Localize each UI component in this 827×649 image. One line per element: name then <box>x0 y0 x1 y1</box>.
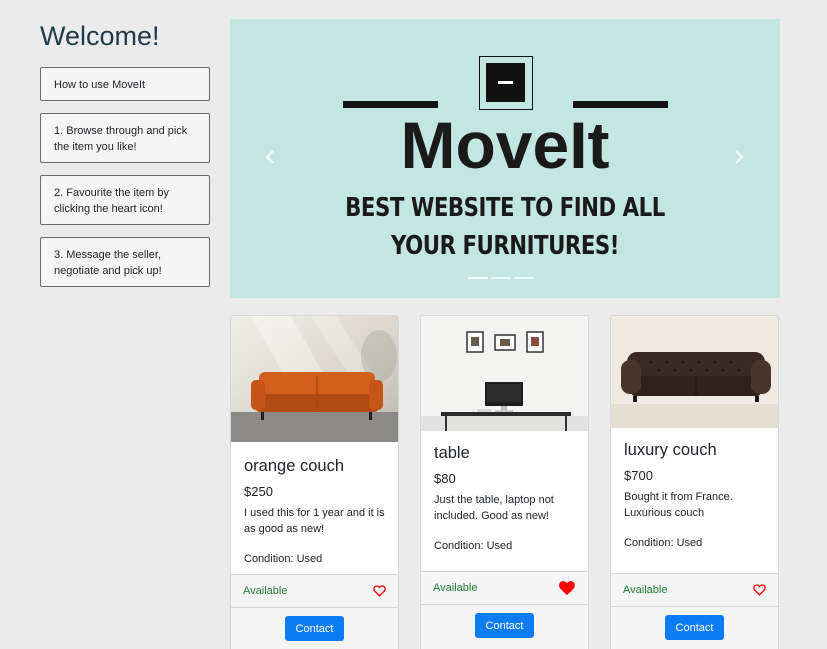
how-to-use-box: How to use MoveIt <box>40 67 210 101</box>
contact-button[interactable]: Contact <box>665 615 724 640</box>
item-title: table <box>434 444 470 462</box>
tagline: BEST WEBSITE TO FIND ALL YOUR FURNITURES… <box>280 189 731 265</box>
chevron-right-icon <box>735 150 744 164</box>
carousel-indicator[interactable] <box>514 277 534 279</box>
item-condition: Condition: Used <box>624 537 703 549</box>
item-description: Bought it from France. Luxurious couch <box>624 491 733 519</box>
moveit-logo-icon <box>479 56 533 110</box>
card-body: luxury couch $700 Bought it from France.… <box>611 441 778 549</box>
listing-card: table $80 Just the table, laptop not inc… <box>420 315 589 649</box>
card-footer: Available <box>421 571 588 605</box>
item-description: Just the table, laptop not included. Goo… <box>434 494 554 522</box>
item-price: $250 <box>244 484 273 499</box>
table-image <box>421 316 588 431</box>
heart-outline-icon <box>373 585 386 597</box>
favourite-button[interactable] <box>373 585 386 597</box>
card-footer: Available <box>611 573 778 607</box>
item-title: luxury couch <box>624 441 717 459</box>
heart-filled-icon <box>559 581 575 596</box>
carousel-indicators <box>468 277 534 279</box>
carousel-indicator[interactable] <box>491 277 511 279</box>
contact-row: Contact <box>231 608 398 649</box>
tagline-line-2: YOUR FURNITURES! <box>390 231 620 261</box>
card-footer: Available <box>231 574 398 608</box>
item-price: $80 <box>434 471 456 486</box>
favourite-button[interactable] <box>558 580 576 596</box>
sidebar: Welcome! How to use MoveIt 1. Browse thr… <box>40 20 210 299</box>
heart-outline-icon <box>753 584 766 596</box>
orange-couch-image <box>231 316 398 442</box>
item-condition: Condition: Used <box>434 540 513 552</box>
contact-button[interactable]: Contact <box>285 616 344 641</box>
contact-row: Contact <box>611 607 778 649</box>
contact-row: Contact <box>421 605 588 649</box>
carousel-indicator[interactable] <box>468 277 488 279</box>
availability-status: Available <box>243 585 288 597</box>
step-message: 3. Message the seller, negotiate and pic… <box>40 237 210 287</box>
listing-card: orange couch $250 I used this for 1 year… <box>230 315 399 649</box>
page: Welcome! How to use MoveIt 1. Browse thr… <box>0 0 827 649</box>
item-price: $700 <box>624 468 653 483</box>
luxury-couch-image <box>611 316 778 428</box>
hero-carousel: MoveIt BEST WEBSITE TO FIND ALL YOUR FUR… <box>230 19 780 298</box>
chevron-left-icon <box>265 150 274 164</box>
carousel-prev-button[interactable] <box>258 145 282 169</box>
item-title: orange couch <box>244 457 344 475</box>
card-body: table $80 Just the table, laptop not inc… <box>421 444 588 552</box>
item-condition: Condition: Used <box>244 553 323 565</box>
contact-button[interactable]: Contact <box>475 613 534 638</box>
item-description: I used this for 1 year and it is as good… <box>244 507 385 535</box>
step-favourite: 2. Favourite the item by clicking the he… <box>40 175 210 225</box>
carousel-next-button[interactable] <box>727 145 751 169</box>
favourite-button[interactable] <box>753 584 766 596</box>
step-browse: 1. Browse through and pick the item you … <box>40 113 210 163</box>
listing-card: luxury couch $700 Bought it from France.… <box>610 315 779 649</box>
card-body: orange couch $250 I used this for 1 year… <box>231 457 398 565</box>
availability-status: Available <box>623 584 668 596</box>
availability-status: Available <box>433 582 478 594</box>
brand-name: MoveIt <box>400 108 610 182</box>
tagline-line-1: BEST WEBSITE TO FIND ALL <box>345 193 665 223</box>
welcome-heading: Welcome! <box>40 21 160 51</box>
